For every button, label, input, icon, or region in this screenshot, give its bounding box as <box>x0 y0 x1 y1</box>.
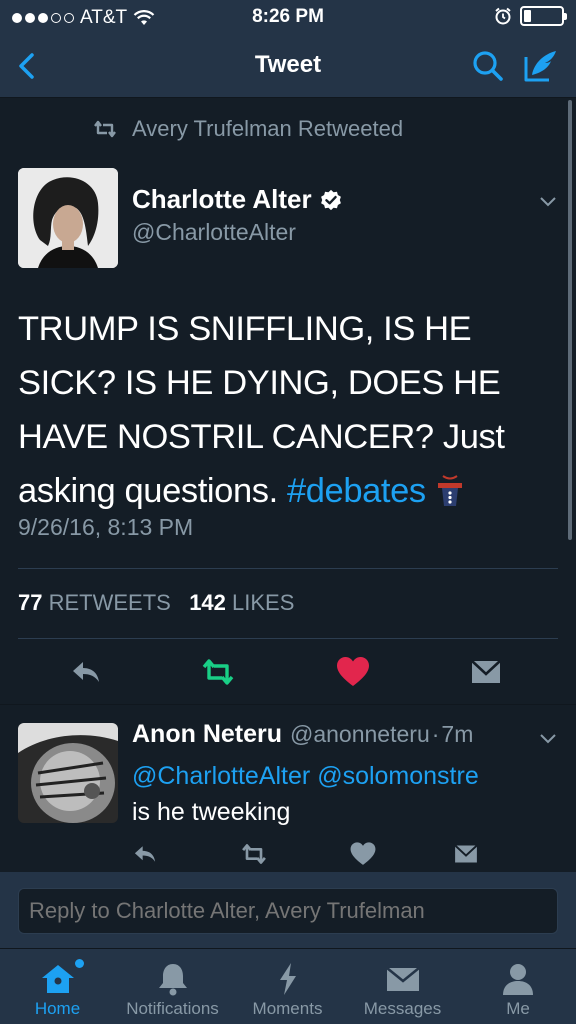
engagement-stats[interactable]: 77 RETWEETS 142 LIKES <box>18 590 294 616</box>
envelope-icon <box>385 966 420 991</box>
bell-icon <box>158 964 187 996</box>
reply-text: @CharlotteAlter @solomonstre is he tweek… <box>132 758 572 830</box>
tweet-timestamp: 9/26/16, 8:13 PM <box>18 514 194 540</box>
tab-messages[interactable]: Messages <box>345 949 460 1024</box>
author-name[interactable]: Charlotte Alter <box>132 184 342 215</box>
reply-header[interactable]: Anon Neteru @anonneteru · 7m <box>132 720 473 749</box>
battery-icon <box>520 6 567 26</box>
tab-label: Moments <box>252 999 323 1018</box>
tab-me[interactable]: Me <box>460 949 576 1024</box>
lightning-icon <box>279 963 296 995</box>
hashtag-link[interactable]: #debates <box>287 472 426 510</box>
reply-body: is he tweeking <box>132 798 291 826</box>
author-photo <box>18 168 118 268</box>
retweet-icon[interactable] <box>200 654 236 690</box>
tab-label: Notifications <box>126 999 219 1018</box>
author-name-text: Charlotte Alter <box>132 184 312 214</box>
mention-link[interactable]: @CharlotteAlter <box>132 762 310 790</box>
tab-moments[interactable]: Moments <box>230 949 345 1024</box>
retweets-count: 77 <box>18 590 43 615</box>
reply-time: 7m <box>441 721 474 747</box>
tweet-text: TRUMP IS SNIFFLING, IS HE SICK? IS HE DY… <box>18 302 563 518</box>
reply-input[interactable] <box>18 888 558 934</box>
debate-podium-icon <box>437 475 462 506</box>
divider <box>18 568 558 569</box>
reply-bar <box>0 872 576 948</box>
divider <box>18 638 558 639</box>
status-bar: AT&T 8:26 PM <box>0 0 576 34</box>
reply-icon[interactable] <box>68 654 104 690</box>
chevron-down-icon[interactable] <box>538 728 558 748</box>
scrollbar[interactable] <box>568 100 572 540</box>
tweet-actions <box>0 650 576 690</box>
clock: 8:26 PM <box>252 6 324 27</box>
new-content-dot <box>75 959 84 968</box>
search-icon[interactable] <box>468 46 508 86</box>
reply-separator: · <box>431 721 440 747</box>
author-handle[interactable]: @CharlotteAlter <box>132 219 296 246</box>
nav-bar: Tweet <box>0 34 576 98</box>
tab-notifications[interactable]: Notifications <box>115 949 230 1024</box>
heart-icon[interactable] <box>335 654 371 690</box>
tab-label: Me <box>506 999 530 1018</box>
tab-label: Home <box>34 999 81 1018</box>
direct-message-icon[interactable] <box>468 654 504 690</box>
tab-bar: Home Notifications Moments Messages Me <box>0 948 576 1024</box>
retweeted-by-label: Avery Trufelman Retweeted <box>132 116 404 141</box>
retweet-context[interactable]: Avery Trufelman Retweeted <box>92 116 403 142</box>
tab-home[interactable]: Home <box>0 949 115 1024</box>
avatar[interactable] <box>18 168 118 268</box>
reply-icon[interactable] <box>131 840 159 868</box>
retweet-icon <box>94 120 116 138</box>
verified-badge-icon <box>320 189 341 210</box>
retweets-label: RETWEETS <box>48 590 171 615</box>
home-icon <box>41 965 74 993</box>
likes-count: 142 <box>189 590 226 615</box>
tweet-body: TRUMP IS SNIFFLING, IS HE SICK? IS HE DY… <box>18 310 505 510</box>
alarm-icon <box>495 7 511 25</box>
status-right <box>494 6 567 26</box>
person-icon <box>503 964 533 995</box>
reply-actions <box>0 840 576 870</box>
likes-label: LIKES <box>232 590 295 615</box>
reply-author-handle: @anonneteru <box>290 721 430 747</box>
mention-link[interactable]: @solomonstre <box>317 762 479 790</box>
reply-avatar[interactable] <box>18 723 118 823</box>
compose-icon[interactable] <box>520 45 562 87</box>
direct-message-icon[interactable] <box>452 840 480 868</box>
divider <box>0 704 576 705</box>
heart-icon[interactable] <box>349 840 377 868</box>
reply-author-name: Anon Neteru <box>132 720 282 748</box>
tab-label: Messages <box>363 999 442 1018</box>
reply-author-photo <box>18 723 118 823</box>
retweet-icon[interactable] <box>240 840 268 868</box>
chevron-down-icon[interactable] <box>538 191 558 211</box>
